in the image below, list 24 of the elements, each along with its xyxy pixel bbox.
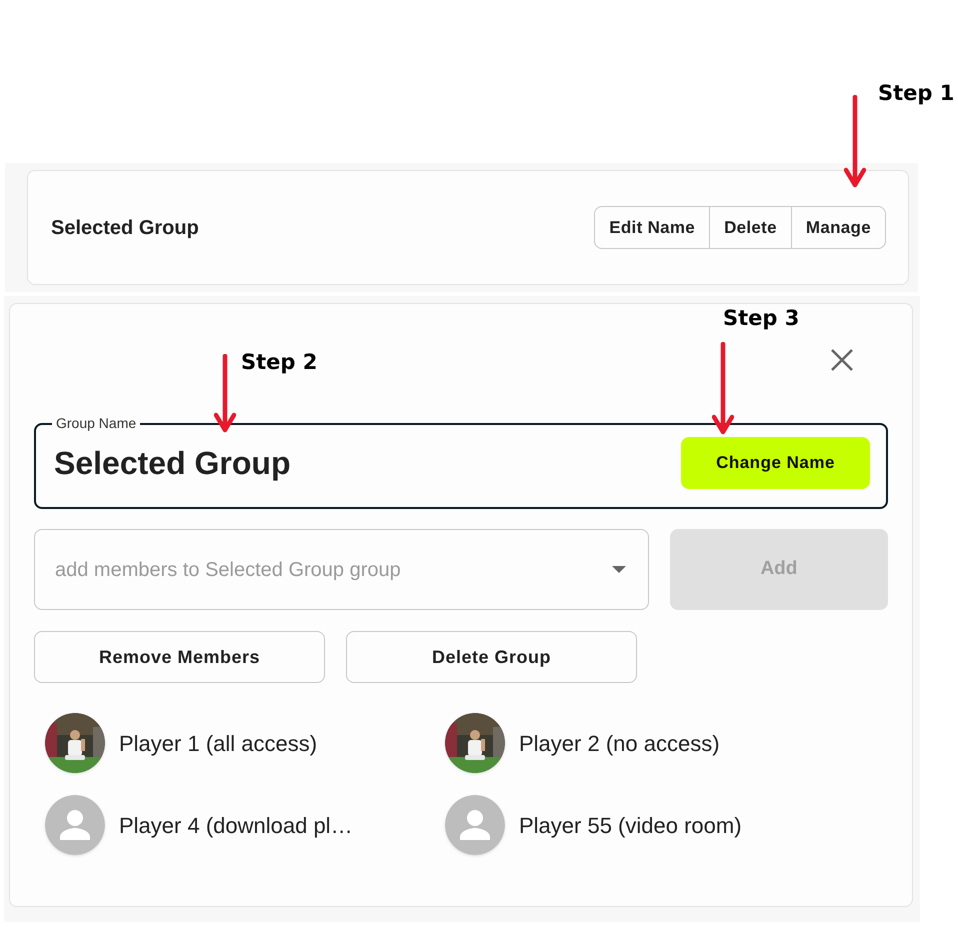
step-label: Step 2	[241, 349, 318, 376]
action-button[interactable]: Manage	[790, 207, 885, 248]
member-search-input[interactable]: add members to Selected Group group	[55, 554, 595, 584]
outline-button[interactable]: Remove Members	[34, 631, 325, 683]
action-button[interactable]: Edit Name	[595, 207, 710, 248]
action-button[interactable]: Delete	[709, 207, 791, 248]
avatar-placeholder-icon	[45, 795, 105, 855]
outline-button[interactable]: Delete Group	[346, 631, 637, 683]
member-name: Player 2 (no access)	[519, 730, 720, 758]
arrow-icon	[712, 342, 734, 435]
step-label: Step 1	[878, 80, 954, 107]
field-label: Group Name	[55, 414, 138, 433]
arrow-icon	[214, 354, 236, 433]
dropdown-caret-icon	[612, 566, 626, 573]
member-name: Player 1 (all access)	[119, 730, 318, 758]
member-name: Player 4 (download pl…	[119, 812, 353, 840]
change-name-button[interactable]: Change Name	[681, 436, 870, 488]
step-label: Step 3	[723, 305, 800, 332]
arrow-icon	[844, 95, 866, 188]
member-name: Player 55 (video room)	[519, 812, 742, 840]
group-title: Selected Group	[51, 216, 199, 240]
member-select[interactable]: add members to Selected Group group	[34, 529, 649, 610]
avatar-placeholder-icon	[445, 795, 505, 855]
close-icon[interactable]	[830, 348, 854, 372]
